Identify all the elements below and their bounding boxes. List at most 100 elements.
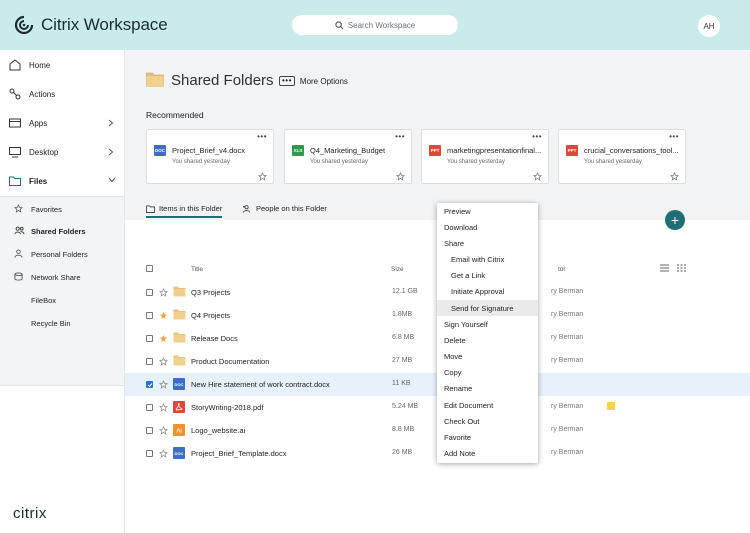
menu-item-label: Edit Document xyxy=(444,400,494,410)
add-button[interactable]: + xyxy=(665,210,685,230)
menu-item-initiate-approval[interactable]: Initiate Approval xyxy=(437,283,538,299)
row-checkbox[interactable] xyxy=(146,312,153,319)
row-size: 12.1 GB xyxy=(392,288,418,295)
star-icon xyxy=(14,204,23,213)
menu-item-label: Email with Citrix xyxy=(451,254,505,264)
card-file-name: crucial_conversations_tool... xyxy=(584,146,679,155)
row-checkbox[interactable] xyxy=(146,427,153,434)
menu-item-label: Preview xyxy=(444,206,471,216)
menu-item-sign-yourself[interactable]: Sign Yourself xyxy=(437,316,538,332)
home-icon xyxy=(9,59,21,71)
star-icon[interactable] xyxy=(159,449,168,458)
sidebar-item-desktop[interactable]: Desktop xyxy=(0,140,124,164)
star-icon[interactable] xyxy=(159,380,168,389)
row-size: 27 MB xyxy=(392,357,413,364)
row-size: 1.8MB xyxy=(392,311,413,318)
folder-icon xyxy=(146,204,155,213)
row-title: New Hire statement of work contract.docx xyxy=(191,380,330,389)
sidebar-item-label: Apps xyxy=(29,118,48,128)
menu-item-share[interactable]: Share xyxy=(437,235,538,251)
brand-name: Citrix Workspace xyxy=(41,15,168,34)
recommended-card[interactable]: ••• XLS Q4_Marketing_Budget You shared y… xyxy=(284,129,412,184)
menu-item-email-with-citrix[interactable]: Email with Citrix xyxy=(437,251,538,267)
more-icon[interactable]: ••• xyxy=(395,132,405,141)
top-header: Citrix Workspace Search Workspace AH xyxy=(0,0,750,50)
more-options-button[interactable]: ••• More Options xyxy=(279,76,348,86)
menu-item-add-note[interactable]: Add Note xyxy=(437,445,538,461)
doc-icon: DOC xyxy=(154,145,166,156)
row-title: Q3 Projects xyxy=(191,288,231,297)
menu-item-check-out[interactable]: Check Out xyxy=(437,413,538,429)
sidebar-item-actions[interactable]: Actions xyxy=(0,82,124,106)
menu-item-delete[interactable]: Delete xyxy=(437,332,538,348)
menu-item-favorite[interactable]: Favorite xyxy=(437,429,538,445)
recommended-card[interactable]: ••• DOC Project_Brief_v4.docx You shared… xyxy=(146,129,274,184)
citrix-workspace-logo[interactable]: Citrix Workspace xyxy=(13,14,168,36)
search-icon xyxy=(335,20,344,29)
menu-item-label: Download xyxy=(444,222,478,232)
star-icon[interactable] xyxy=(670,172,679,181)
star-filled-icon[interactable] xyxy=(159,334,168,343)
menu-item-preview[interactable]: Preview xyxy=(437,203,538,219)
menu-item-move[interactable]: Move xyxy=(437,348,538,364)
star-icon[interactable] xyxy=(258,172,267,181)
tab-items-in-folder[interactable]: Items in this Folder xyxy=(146,204,223,218)
star-icon[interactable] xyxy=(159,426,168,435)
row-size: 8.8 MB xyxy=(392,426,415,433)
sidebar-item-filebox[interactable]: FileBox xyxy=(0,290,124,310)
sidebar-item-network-share[interactable]: Network Share xyxy=(0,267,124,287)
star-icon[interactable] xyxy=(159,288,168,297)
recommended-card[interactable]: ••• PPT crucial_conversations_tool... Yo… xyxy=(558,129,686,184)
star-filled-icon[interactable] xyxy=(159,311,168,320)
more-icon[interactable]: ••• xyxy=(257,132,267,141)
row-checkbox[interactable] xyxy=(146,404,153,411)
select-all-checkbox[interactable] xyxy=(146,265,153,272)
column-editor[interactable]: tor xyxy=(558,266,566,273)
add-person-icon xyxy=(243,204,251,213)
row-checkbox[interactable] xyxy=(146,335,153,342)
avatar[interactable]: AH xyxy=(698,15,720,37)
row-checkbox[interactable] xyxy=(146,358,153,365)
menu-item-label: Delete xyxy=(444,335,466,345)
sidebar-item-recycle-bin[interactable]: Recycle Bin xyxy=(0,313,124,333)
row-editor: ry Berman xyxy=(551,288,584,295)
menu-item-copy[interactable]: Copy xyxy=(437,364,538,380)
search-input[interactable]: Search Workspace xyxy=(292,15,458,35)
folder-icon xyxy=(9,176,21,186)
star-icon[interactable] xyxy=(159,403,168,412)
row-checkbox[interactable] xyxy=(146,289,153,296)
column-size[interactable]: Size xyxy=(391,266,404,273)
sticky-note-icon[interactable] xyxy=(607,402,615,410)
star-icon[interactable] xyxy=(159,357,168,366)
menu-item-send-for-signature[interactable]: Send for Signature xyxy=(437,300,538,316)
sidebar-item-label: Network Share xyxy=(31,272,81,282)
people-icon xyxy=(14,226,25,235)
column-title[interactable]: Title xyxy=(191,266,203,273)
recommended-card[interactable]: ••• PPT marketingpresentationfinal... Yo… xyxy=(421,129,549,184)
star-icon[interactable] xyxy=(396,172,405,181)
card-subtitle: You shared yesterday xyxy=(447,159,505,165)
sidebar-item-apps[interactable]: Apps xyxy=(0,111,124,135)
sidebar-item-personal-folders[interactable]: Personal Folders xyxy=(0,244,124,264)
row-title: Project_Brief_Template.docx xyxy=(191,449,287,458)
star-icon[interactable] xyxy=(533,172,542,181)
sidebar-item-files[interactable]: Files xyxy=(0,169,124,193)
apps-icon xyxy=(9,118,21,128)
sidebar-item-shared-folders[interactable]: Shared Folders xyxy=(0,221,124,241)
row-size: 26 MB xyxy=(392,449,413,456)
menu-item-rename[interactable]: Rename xyxy=(437,380,538,396)
list-view-icon[interactable] xyxy=(660,264,669,272)
sidebar-item-favorites[interactable]: Favorites xyxy=(0,199,124,219)
grid-view-icon[interactable] xyxy=(677,264,686,272)
menu-item-download[interactable]: Download xyxy=(437,219,538,235)
menu-item-edit-document[interactable]: Edit Document xyxy=(437,397,538,413)
tab-people-on-folder[interactable]: People on this Folder xyxy=(242,204,327,213)
row-checkbox[interactable] xyxy=(146,381,153,388)
row-size: 5.24 MB xyxy=(392,403,419,410)
sidebar-item-home[interactable]: Home xyxy=(0,53,124,77)
more-icon[interactable]: ••• xyxy=(669,132,679,141)
menu-item-get-a-link[interactable]: Get a Link xyxy=(437,267,538,283)
row-editor: ry Berman xyxy=(551,357,584,364)
row-checkbox[interactable] xyxy=(146,450,153,457)
more-icon[interactable]: ••• xyxy=(532,132,542,141)
